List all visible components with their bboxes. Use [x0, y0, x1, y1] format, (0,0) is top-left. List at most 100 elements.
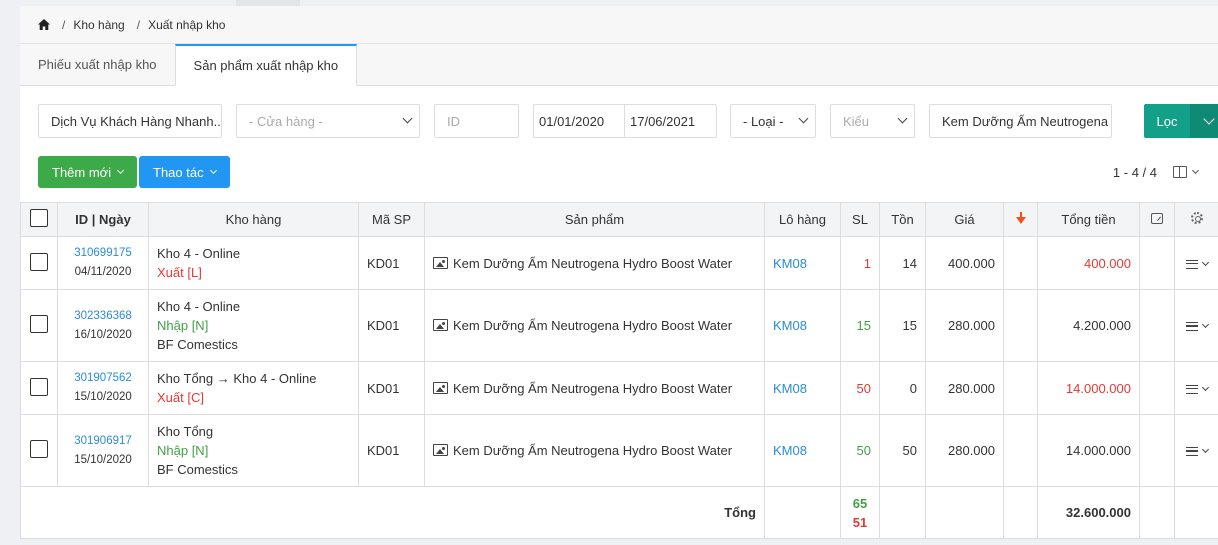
- main-panel: / Kho hàng / Xuất nhập kho Phiếu xuất nh…: [20, 6, 1218, 539]
- table-row[interactable]: 301907562 15/10/2020 Kho Tổng → Kho 4 - O…: [20, 361, 1218, 415]
- col-qty[interactable]: SL: [840, 202, 880, 237]
- image-icon[interactable]: [433, 256, 448, 269]
- chevron-down-icon[interactable]: [1191, 166, 1200, 175]
- lot-cell[interactable]: KM08: [764, 414, 841, 487]
- row-menu-cell[interactable]: [1174, 414, 1218, 487]
- row-menu-cell[interactable]: [1174, 361, 1218, 415]
- empty-cell: [1003, 486, 1038, 539]
- footer-total: 32.600.000: [1037, 486, 1140, 539]
- menu-icon[interactable]: [1185, 259, 1198, 269]
- kind-select[interactable]: Kiểu: [830, 104, 915, 138]
- voucher-date: 15/10/2020: [74, 453, 132, 466]
- note-icon: [1151, 213, 1163, 224]
- filter-button[interactable]: Lọc: [1144, 104, 1190, 138]
- voucher-date: 16/10/2020: [74, 328, 132, 341]
- image-icon[interactable]: [433, 444, 448, 456]
- sku-cell: KD01: [358, 289, 425, 362]
- stock-cell: 50: [879, 414, 926, 487]
- col-sku[interactable]: Mã SP: [358, 202, 425, 237]
- tab-stock-vouchers[interactable]: Phiếu xuất nhập kho: [20, 44, 175, 85]
- operations-button[interactable]: Thao tác: [139, 156, 230, 188]
- lot-cell[interactable]: KM08: [764, 289, 841, 362]
- empty-cell: [1003, 236, 1038, 290]
- table-row[interactable]: 310699175 04/11/2020 Kho 4 - Online Xuất […: [20, 236, 1218, 290]
- price-cell: 400.000: [925, 236, 1004, 290]
- kind-select-placeholder: Kiểu: [843, 113, 870, 129]
- id-date-cell: 310699175 04/11/2020: [57, 236, 149, 290]
- select-all-cell: [20, 202, 58, 237]
- product-name: Kem Dưỡng Ẩm Neutrogena Hydro Boost Wate…: [453, 380, 733, 396]
- voucher-id-link[interactable]: 301906917: [66, 432, 140, 451]
- menu-icon[interactable]: [1185, 322, 1198, 332]
- chevron-down-icon[interactable]: [1201, 258, 1209, 266]
- voucher-type[interactable]: Xuất [L]: [157, 263, 350, 282]
- product-cell: Kem Dưỡng Ẩm Neutrogena Hydro Boost Wate…: [424, 236, 765, 290]
- table-row[interactable]: 301906917 15/10/2020 Kho Tổng Nhập [N] BF C…: [20, 414, 1218, 487]
- empty-cell: [1003, 289, 1038, 362]
- breadcrumb-item-warehouse[interactable]: Kho hàng: [73, 18, 124, 32]
- row-checkbox[interactable]: [30, 377, 48, 396]
- col-note: [1139, 202, 1175, 237]
- type-select[interactable]: - Loại -: [730, 104, 816, 138]
- product-search-input[interactable]: Kem Dưỡng Ẩm Neutrogena: [929, 104, 1112, 138]
- col-sort[interactable]: [1003, 202, 1038, 237]
- col-stock[interactable]: Tồn: [879, 202, 926, 237]
- home-icon[interactable]: [38, 19, 50, 30]
- date-from-input[interactable]: 01/01/2020: [533, 104, 625, 138]
- select-all-checkbox[interactable]: [30, 209, 48, 227]
- col-warehouse[interactable]: Kho hàng: [148, 202, 359, 237]
- voucher-type[interactable]: Nhập [N]: [157, 441, 350, 460]
- total-cell: 14.000.000: [1037, 361, 1140, 415]
- col-price[interactable]: Giá: [925, 202, 1004, 237]
- col-total[interactable]: Tổng tiền: [1037, 202, 1140, 237]
- gear-icon[interactable]: [1190, 212, 1203, 224]
- company-select[interactable]: Dịch Vụ Khách Hàng Nhanh...: [38, 104, 222, 138]
- voucher-type[interactable]: Nhập [N]: [157, 316, 350, 335]
- voucher-id-link[interactable]: 302336368: [66, 307, 140, 326]
- col-product[interactable]: Sản phẩm: [424, 202, 765, 237]
- voucher-id-link[interactable]: 301907562: [66, 369, 140, 388]
- sort-down-icon[interactable]: [1015, 212, 1026, 224]
- col-lot[interactable]: Lô hàng: [764, 202, 841, 237]
- table-header-row: ID | Ngày Kho hàng Mã SP Sản phẩm Lô hàn…: [20, 202, 1218, 237]
- image-icon[interactable]: [433, 381, 448, 394]
- tab-stock-products[interactable]: Sản phẩm xuất nhập kho: [174, 44, 358, 86]
- row-checkbox[interactable]: [30, 315, 48, 333]
- image-icon[interactable]: [433, 319, 448, 331]
- col-id-date[interactable]: ID | Ngày: [57, 202, 149, 237]
- lot-cell[interactable]: KM08: [764, 361, 841, 415]
- add-new-button[interactable]: Thêm mới: [38, 156, 138, 188]
- row-menu-cell[interactable]: [1174, 289, 1218, 362]
- row-checkbox[interactable]: [30, 440, 48, 458]
- date-to-input[interactable]: 17/06/2021: [624, 104, 717, 138]
- chevron-down-icon: [117, 166, 125, 175]
- menu-icon[interactable]: [1185, 447, 1198, 457]
- empty-cell: [879, 486, 926, 539]
- sku-cell: KD01: [358, 361, 425, 415]
- table-row[interactable]: 302336368 16/10/2020 Kho 4 - Online Nhập […: [20, 289, 1218, 362]
- chevron-down-icon[interactable]: [1201, 320, 1209, 329]
- columns-icon[interactable]: [1173, 166, 1187, 178]
- chevron-down-icon: [402, 113, 413, 124]
- product-name: Kem Dưỡng Ẩm Neutrogena Hydro Boost Wate…: [453, 255, 733, 271]
- footer-qty-in: 65: [852, 495, 868, 511]
- breadcrumb-separator: /: [62, 17, 66, 32]
- row-checkbox[interactable]: [30, 252, 48, 271]
- id-input[interactable]: ID: [434, 104, 519, 138]
- date-to-value: 17/06/2021: [630, 113, 696, 129]
- filter-options-button[interactable]: [1190, 104, 1218, 138]
- row-menu-cell[interactable]: [1174, 236, 1218, 290]
- voucher-id-link[interactable]: 310699175: [66, 244, 140, 263]
- voucher-type[interactable]: Xuất [C]: [157, 388, 350, 407]
- chevron-down-icon: [209, 166, 217, 175]
- id-date-cell: 302336368 16/10/2020: [57, 289, 149, 362]
- footer-qty-cell: 65 51: [840, 486, 880, 539]
- warehouse-cell: Kho 4 - Online Xuất [L]: [148, 236, 359, 290]
- menu-icon[interactable]: [1185, 384, 1198, 394]
- chevron-down-icon[interactable]: [1201, 383, 1209, 391]
- chevron-down-icon[interactable]: [1201, 445, 1209, 454]
- warehouse-cell: Kho Tổng Nhập [N] BF Comestics: [148, 414, 359, 487]
- lot-cell[interactable]: KM08: [764, 236, 841, 290]
- store-select[interactable]: - Cửa hàng -: [236, 104, 420, 138]
- product-name: Kem Dưỡng Ẩm Neutrogena Hydro Boost Wate…: [453, 443, 733, 458]
